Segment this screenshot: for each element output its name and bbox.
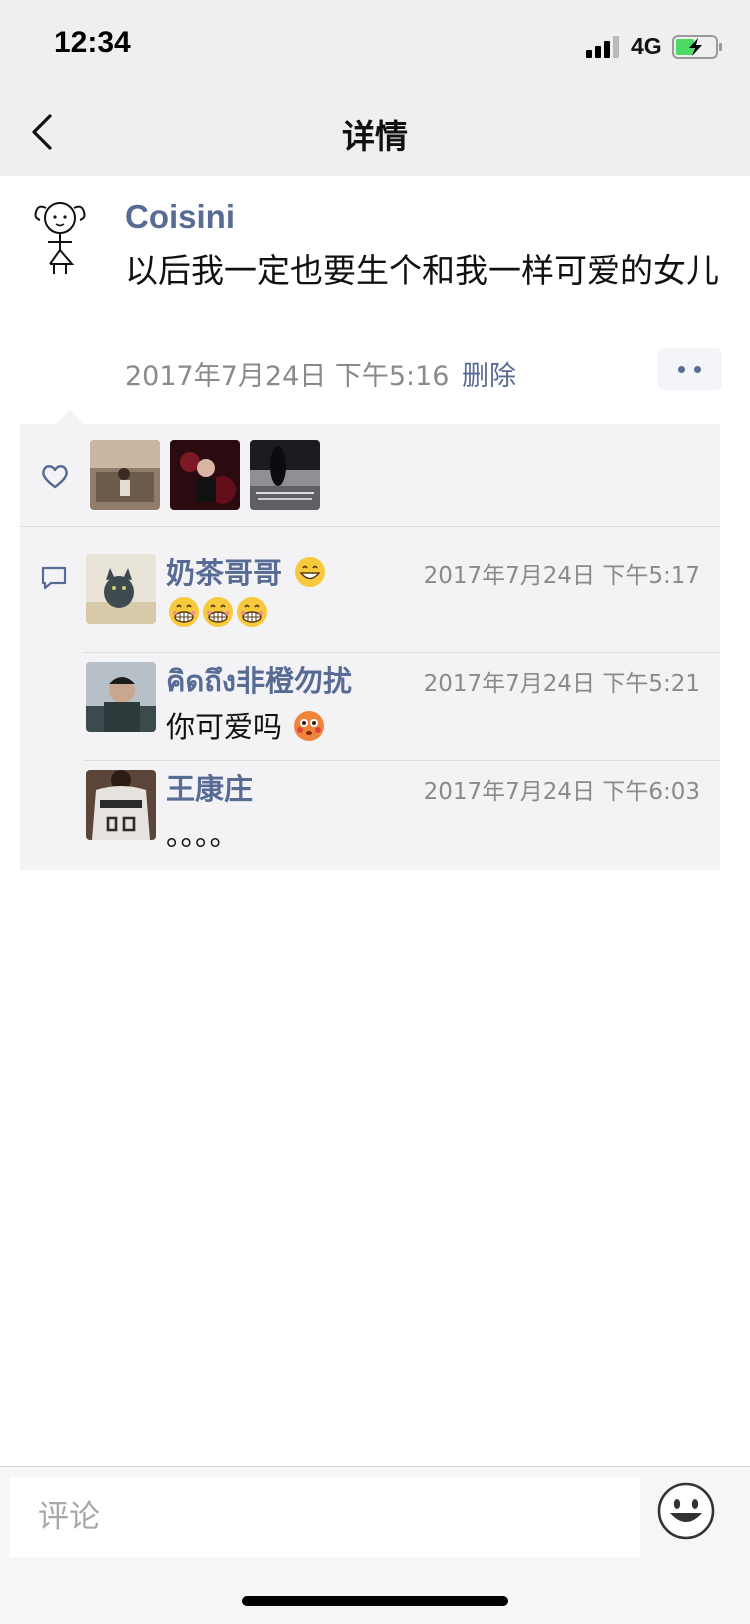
- like-avatar-1[interactable]: [90, 440, 160, 510]
- commenter-avatar[interactable]: [86, 662, 156, 732]
- author-avatar[interactable]: [28, 198, 96, 276]
- comment-item[interactable]: คิดถึง非橙勿扰 2017年7月24日 下午5:21 你可爱吗: [86, 654, 720, 762]
- comment-time: 2017年7月24日 下午5:17: [423, 563, 700, 589]
- interaction-panel: 奶茶哥哥 2017年7月24日 下午5:17 คิดถึง非橙勿扰 2017年7…: [20, 410, 720, 870]
- commenter-name-text: 奶茶哥哥: [166, 556, 283, 590]
- comment-text: 你可爱吗: [166, 704, 325, 746]
- author-name[interactable]: Coisini: [125, 198, 235, 236]
- grimacing-emoji-icon: [203, 597, 233, 627]
- comment-text: 。。。。: [166, 818, 239, 852]
- likes-divider: [20, 526, 720, 527]
- comment-item[interactable]: 奶茶哥哥 2017年7月24日 下午5:17: [86, 546, 720, 654]
- commenter-avatar[interactable]: [86, 770, 156, 840]
- comment-item[interactable]: 王康庄 2017年7月24日 下午6:03 。。。。: [86, 762, 720, 870]
- comment-divider: [84, 652, 720, 653]
- status-time: 12:34: [54, 26, 131, 59]
- page-title: 详情: [342, 117, 408, 156]
- like-avatar-2[interactable]: [170, 440, 240, 510]
- more-dots-icon[interactable]: [658, 348, 722, 390]
- comment-text: [166, 596, 268, 630]
- comment-time: 2017年7月24日 下午5:21: [423, 671, 700, 697]
- grinning-emoji-icon: [295, 557, 326, 587]
- battery-charging-icon: [672, 35, 722, 59]
- network-label: 4G: [631, 33, 662, 59]
- post-time: 2017年7月24日 下午5:16: [125, 361, 450, 392]
- panel-arrow: [56, 410, 84, 424]
- post-text: 以后我一定也要生个和我一样可爱的女儿: [125, 251, 719, 290]
- status-bar: 12:34 4G: [0, 0, 750, 88]
- comment-time: 2017年7月24日 下午6:03: [423, 779, 700, 805]
- grimacing-emoji-icon: [237, 597, 267, 627]
- commenter-name[interactable]: 王康庄: [166, 766, 253, 808]
- grimacing-emoji-icon: [169, 597, 199, 627]
- comment-input[interactable]: [10, 1477, 640, 1557]
- commenter-name[interactable]: คิดถึง非橙勿扰: [166, 658, 352, 704]
- commenter-avatar[interactable]: [86, 554, 156, 624]
- comment-divider: [84, 760, 720, 761]
- signal-icon: [586, 34, 622, 58]
- commenter-name[interactable]: 奶茶哥哥: [166, 550, 326, 592]
- heart-icon: [42, 465, 68, 489]
- home-indicator: [242, 1596, 508, 1606]
- likes-row: [20, 424, 720, 526]
- nav-bar: 详情: [0, 88, 750, 176]
- flushed-emoji-icon: [294, 711, 325, 741]
- smiley-icon[interactable]: [656, 1481, 716, 1541]
- comment-text-content: 你可爱吗: [166, 710, 283, 744]
- comment-icon: [41, 566, 67, 590]
- like-avatar-3[interactable]: [250, 440, 320, 510]
- delete-button[interactable]: 删除: [462, 354, 516, 393]
